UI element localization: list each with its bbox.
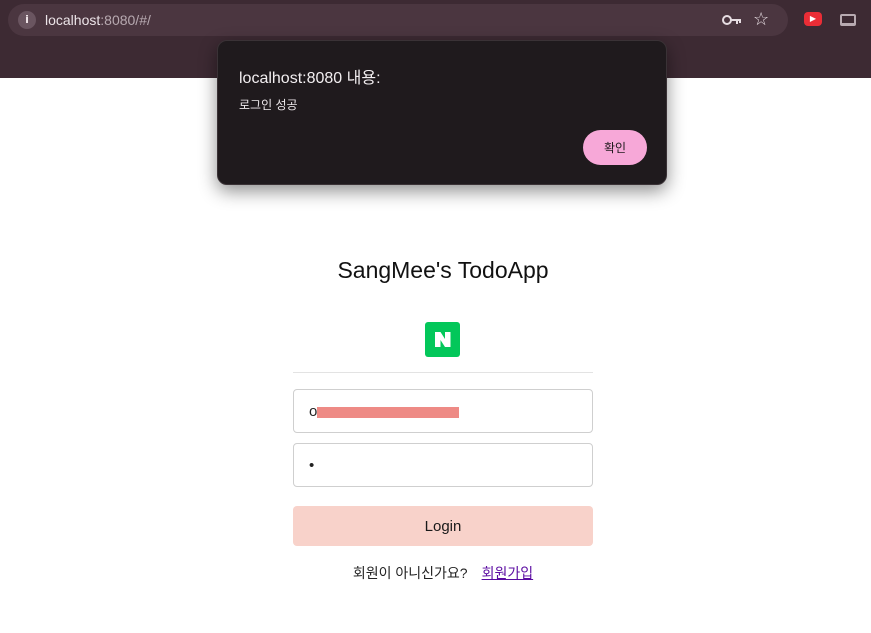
naver-login-button[interactable] xyxy=(425,322,460,357)
info-icon[interactable]: i xyxy=(18,11,36,29)
laptop-icon[interactable] xyxy=(840,14,856,26)
password-input[interactable] xyxy=(293,443,593,487)
page-title: SangMee's TodoApp xyxy=(337,257,549,283)
extension-icon[interactable]: ▶ xyxy=(804,12,822,26)
ok-button[interactable]: 확인 xyxy=(583,130,647,165)
url-path: :8080/#/ xyxy=(100,12,151,28)
login-button[interactable]: Login xyxy=(293,506,593,546)
redaction-bar xyxy=(317,407,459,418)
address-bar[interactable]: i localhost:8080/#/ ☆ xyxy=(8,4,788,36)
key-icon[interactable] xyxy=(722,13,742,27)
signup-link[interactable]: 회원가입 xyxy=(482,565,534,581)
dialog-message: 로그인 성공 xyxy=(239,98,298,112)
star-icon[interactable]: ☆ xyxy=(753,9,769,29)
signup-prompt: 회원이 아니신가요? xyxy=(352,565,468,581)
naver-n-icon xyxy=(435,332,451,347)
dialog-title: localhost:8080 내용: xyxy=(239,70,381,87)
divider xyxy=(293,372,593,373)
url-text[interactable]: localhost:8080/#/ xyxy=(45,12,151,28)
url-host: localhost xyxy=(45,12,101,28)
signup-row: 회원이 아니신가요? 회원가입 xyxy=(293,563,593,583)
alert-dialog: localhost:8080 내용: 로그인 성공 확인 xyxy=(217,40,667,185)
